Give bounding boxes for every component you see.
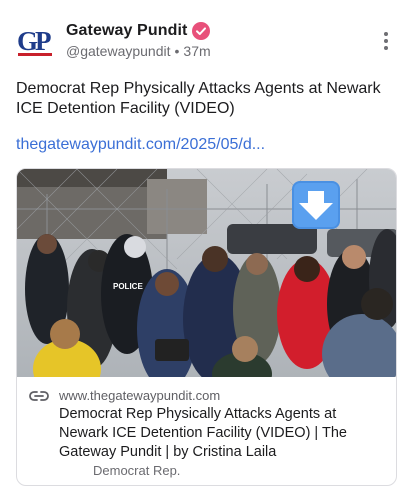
link-icon xyxy=(29,389,49,403)
timestamp[interactable]: 37m xyxy=(183,43,210,59)
verified-badge-icon xyxy=(192,22,211,40)
post-link[interactable]: thegatewaypundit.com/2025/05/d... xyxy=(16,136,265,154)
link-card[interactable]: POLICE www.thegatewaypundit.com Democrat… xyxy=(16,168,397,486)
link-card-image[interactable]: POLICE xyxy=(17,169,396,377)
gateway-pundit-logo: G P xyxy=(17,26,52,56)
avatar[interactable]: G P xyxy=(16,22,54,60)
post-text: Democrat Rep Physically Attacks Agents a… xyxy=(16,80,381,117)
display-name[interactable]: Gateway Pundit xyxy=(66,22,187,40)
down-arrow-icon[interactable] xyxy=(292,181,340,229)
link-card-body: www.thegatewaypundit.com Democrat Rep Ph… xyxy=(17,377,396,485)
handle[interactable]: @gatewaypundit xyxy=(66,43,171,59)
separator: • xyxy=(174,43,180,59)
link-card-description: Democrat Rep. xyxy=(93,463,181,478)
link-card-domain: www.thegatewaypundit.com xyxy=(59,388,221,403)
name-row: Gateway Pundit xyxy=(66,22,211,40)
post-header: G P Gateway Pundit @gatewaypundit • 37m xyxy=(16,20,397,64)
link-card-title[interactable]: Democrat Rep Physically Attacks Agents a… xyxy=(59,405,389,462)
police-badge-text: POLICE xyxy=(113,282,143,291)
meta-row: @gatewaypundit • 37m xyxy=(66,43,211,59)
svg-text:P: P xyxy=(35,26,52,56)
more-vertical-icon[interactable] xyxy=(383,32,389,52)
